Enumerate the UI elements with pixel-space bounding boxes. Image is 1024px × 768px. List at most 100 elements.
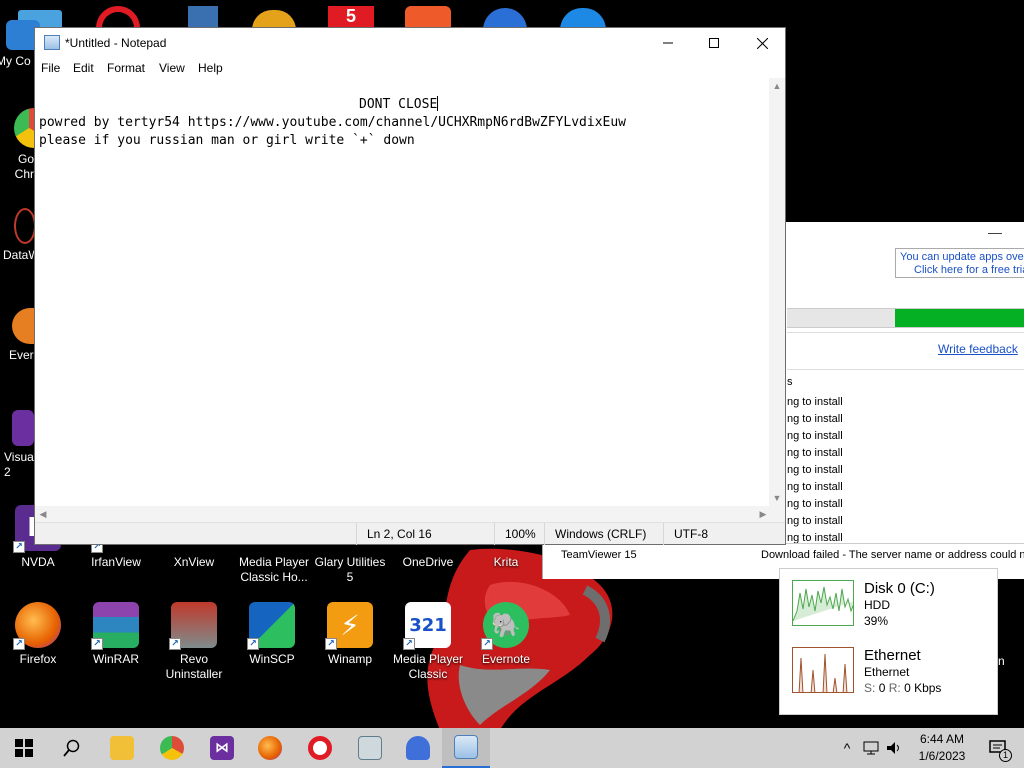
desktop-icon-visual-studio[interactable]: Visua 2 — [0, 410, 34, 480]
close-button[interactable] — [739, 28, 785, 58]
desktop-icon-label: Winamp — [327, 652, 372, 666]
firefox-icon: ↗ — [13, 602, 61, 650]
evernote-icon: 🐘 ↗ — [481, 602, 529, 650]
desktop-icon-label: Krita — [493, 555, 519, 569]
write-feedback-link[interactable]: Write feedback — [938, 342, 1018, 356]
opera-icon — [308, 736, 332, 760]
winamp-icon: ⚡ ↗ — [325, 602, 373, 650]
list-item: ng to install — [787, 481, 843, 493]
close-icon — [756, 37, 768, 49]
notepad-window: *Untitled - Notepad File Edit Format Vie… — [34, 27, 786, 545]
taskbar-visual-studio[interactable]: ⋈ — [198, 728, 246, 768]
maximize-button[interactable] — [691, 28, 737, 58]
visual-studio-icon — [12, 410, 34, 446]
notification-center-button[interactable]: 1 — [980, 728, 1016, 768]
desktop-icon-label: NVDA — [21, 555, 55, 569]
clock[interactable]: 6:44 AM 1/6/2023 — [904, 731, 980, 765]
divider — [787, 369, 1024, 370]
update-progress-fill — [895, 309, 1024, 327]
desktop-icon-revo-uninstaller[interactable]: ↗ Revo Uninstaller — [156, 602, 232, 682]
notification-count-badge: 1 — [999, 749, 1012, 762]
vertical-scrollbar[interactable]: ▲ ▼ — [769, 78, 785, 506]
everything-icon — [12, 308, 34, 344]
shortcut-arrow-icon: ↗ — [13, 638, 25, 650]
scroll-left-icon[interactable]: ◀ — [35, 506, 51, 522]
menu-help[interactable]: Help — [198, 61, 223, 75]
ethernet-subtitle: Ethernet — [864, 665, 910, 679]
text-line-3: please if you russian man or girl write … — [39, 133, 415, 148]
notepad-titlebar[interactable]: *Untitled - Notepad — [35, 28, 785, 58]
status-line-ending: Windows (CRLF) — [544, 523, 646, 545]
desktop-icon-winamp[interactable]: ⚡ ↗ Winamp — [312, 602, 388, 667]
minimize-button[interactable] — [645, 28, 691, 58]
media-player-classic-icon: 321 ↗ — [403, 602, 451, 650]
ethernet-rate: S: 0 R: 0 Kbps — [864, 681, 941, 695]
menu-view[interactable]: View — [159, 61, 185, 75]
scroll-up-icon[interactable]: ▲ — [769, 78, 785, 94]
chrome-icon — [160, 736, 184, 760]
list-item: ng to install — [787, 447, 843, 459]
volume-icon[interactable] — [884, 728, 904, 768]
desktop-icon-evernote[interactable]: 🐘 ↗ Evernote — [468, 602, 544, 667]
disk-title: Disk 0 (C:) — [864, 580, 935, 597]
ethernet-activity-graph — [792, 647, 854, 693]
desktop-icon-label: Media Player Classic — [392, 652, 464, 681]
desktop-icon-label: Glary Utilities 5 — [314, 555, 386, 584]
tray-chevron-icon[interactable]: ^ — [836, 728, 858, 768]
shortcut-arrow-icon: ↗ — [13, 541, 25, 553]
taskbar-screenshot-app[interactable] — [346, 728, 394, 768]
table-row-teamviewer[interactable]: TeamViewer 15 Download failed - The serv… — [553, 543, 1024, 565]
taskbar-firefox[interactable] — [246, 728, 294, 768]
taskbar-opera[interactable] — [296, 728, 344, 768]
minimize-icon[interactable]: — — [988, 224, 1002, 240]
desktop-icon-label: DataW — [3, 248, 40, 262]
desktop-icon-everything[interactable]: Ever — [0, 308, 34, 363]
desktop-icon-label: WinSCP — [249, 652, 295, 666]
network-icon-glyph — [863, 741, 879, 755]
performance-panel: Disk 0 (C:) HDD 39% Ethernet Ethernet S:… — [779, 568, 998, 715]
app-status: Download failed - The server name or add… — [761, 549, 1024, 561]
speaker-icon — [887, 742, 899, 754]
search-button[interactable] — [48, 728, 96, 768]
blue-app-icon — [406, 736, 430, 760]
menu-file[interactable]: File — [41, 61, 60, 75]
desktop-icon-google-chrome[interactable]: Go Chr — [0, 108, 44, 182]
menu-edit[interactable]: Edit — [73, 61, 94, 75]
desktop-icon-winrar[interactable]: ↗ WinRAR — [78, 602, 154, 667]
list-item: ng to install — [787, 464, 843, 476]
scroll-down-icon[interactable]: ▼ — [769, 490, 785, 506]
desktop-icon-label: Revo Uninstaller — [165, 652, 223, 681]
folder-icon — [110, 736, 134, 760]
shortcut-arrow-icon: ↗ — [403, 638, 415, 650]
taskbar-chrome[interactable] — [148, 728, 196, 768]
taskbar-file-explorer[interactable] — [98, 728, 146, 768]
desktop-icon-firefox[interactable]: ↗ Firefox — [0, 602, 76, 667]
update-progress-bar — [787, 308, 1024, 328]
desktop-icon-winscp[interactable]: ↗ WinSCP — [234, 602, 310, 667]
start-button[interactable] — [0, 728, 48, 768]
window-title: *Untitled - Notepad — [65, 36, 167, 50]
network-icon[interactable] — [860, 728, 882, 768]
horizontal-scrollbar[interactable]: ◀ ▶ — [35, 506, 771, 522]
notepad-app-icon — [44, 35, 60, 50]
desktop-icon-my-computer[interactable]: My Co — [0, 20, 40, 69]
desktop-icon-media-player-classic[interactable]: 321 ↗ Media Player Classic — [390, 602, 466, 682]
clock-date: 1/6/2023 — [918, 749, 966, 763]
status-bar: Ln 2, Col 16 100% Windows (CRLF) UTF-8 — [35, 522, 785, 545]
desktop-icon-datawrapper[interactable]: DataW — [0, 208, 40, 263]
status-encoding: UTF-8 — [663, 523, 708, 545]
winrar-icon: ↗ — [91, 602, 139, 650]
taskbar-notepad[interactable] — [442, 728, 490, 768]
text-editor[interactable]: DONT CLOSE powred by tertyr54 https://ww… — [35, 78, 771, 506]
text-line-1: DONT CLOSE — [359, 96, 439, 114]
send-label: S: — [864, 681, 876, 695]
windows-logo-icon — [15, 739, 33, 757]
update-notice[interactable]: You can update apps over Click here for … — [895, 248, 1024, 278]
taskbar-app-blue[interactable] — [394, 728, 442, 768]
menu-format[interactable]: Format — [107, 61, 145, 75]
shortcut-arrow-icon: ↗ — [91, 638, 103, 650]
send-value: 0 — [878, 681, 886, 695]
taskbar: ⋈ ^ 6:44 AM 1/6/2023 1 — [0, 728, 1024, 768]
desktop-icon-label: My Co — [0, 54, 31, 68]
maximize-icon — [709, 38, 719, 48]
